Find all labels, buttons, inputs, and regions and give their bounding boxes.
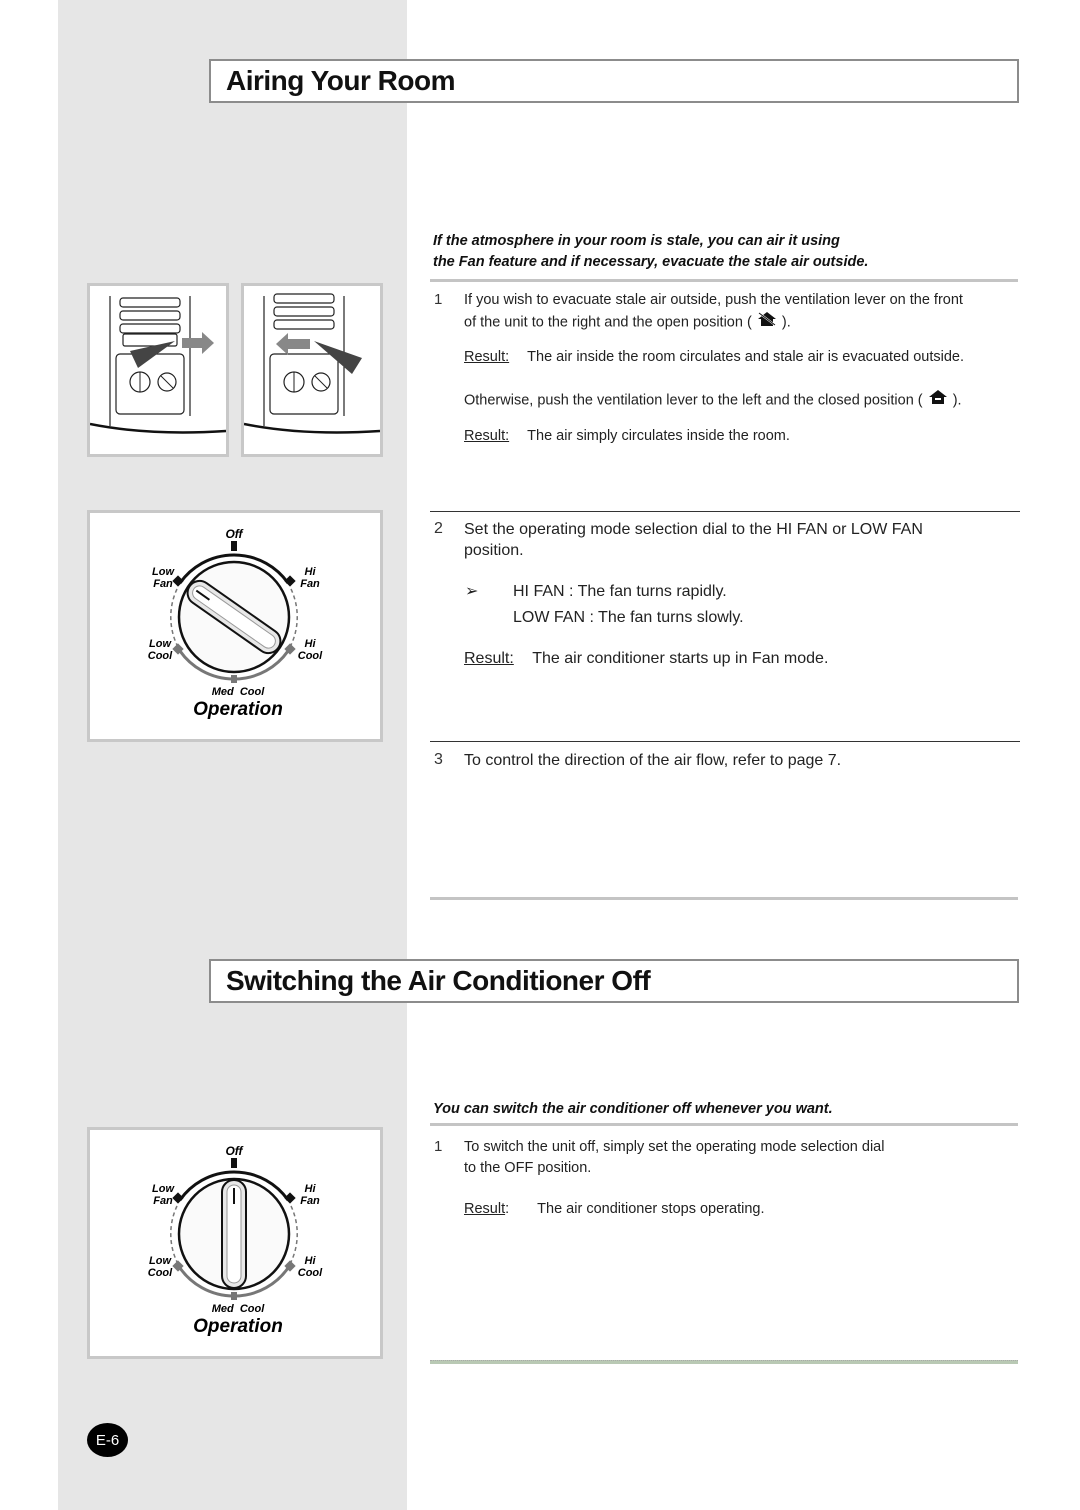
step-text-line: If you wish to evacuate stale air outsid… [464,292,963,308]
dial-caption: Operation [193,1316,283,1337]
note-hi-fan: HI FAN : The fan turns rapidly. [513,583,727,600]
vent-open-house-icon [756,311,778,334]
section-title-box: Switching the Air Conditioner Off [209,959,1019,1003]
divider [430,1360,1018,1364]
note-low-fan: LOW FAN : The fan turns slowly. [513,609,744,626]
result-text: The air conditioner stops operating. [537,1201,765,1217]
step-text-line: of the unit to the right and the open po… [464,311,1024,334]
dial-label-hi-fan: Hi [305,566,317,578]
otherwise-text: Otherwise, push the ventilation lever to… [464,389,962,412]
vent-closed-house-icon [927,389,949,412]
dial-label-low-fan: Low [152,1183,175,1195]
divider [430,1123,1018,1126]
result-label: Result: [464,650,514,667]
dial-label-hi-fan: Fan [300,1195,320,1207]
step-text-line: to the OFF position. [464,1160,592,1176]
dial-label-med-cool: Med Cool [212,686,265,698]
divider [430,741,1020,742]
step-number: 1 [434,1138,443,1155]
step-2-text: Set the operating mode selection dial to… [464,519,1024,561]
dial-label-hi-cool: Hi [305,638,317,650]
step-3-text: To control the direction of the air flow… [464,752,842,769]
section-title: Switching the Air Conditioner Off [226,965,651,996]
dial-label-low-cool: Low [149,638,172,650]
operation-dial-fan: Off Low Fan Hi Fan Low Cool Hi Cool Med … [148,527,323,720]
step-number: 2 [434,520,443,537]
section-intro: If the atmosphere in your room is stale,… [433,231,1033,273]
result-text: The air inside the room circulates and s… [527,349,965,365]
divider [430,511,1020,512]
intro-line: If the atmosphere in your room is stale,… [433,233,840,249]
page-number-badge: E-6 [87,1423,128,1457]
dial-label-low-cool: Cool [148,1267,173,1279]
section-title: Airing Your Room [226,65,455,96]
off-step-text: To switch the unit off, simply set the o… [464,1137,1024,1179]
result-label: Result: [464,428,510,444]
result-row: Result: The air simply circulates inside… [464,426,790,447]
result-text: The air simply circulates inside the roo… [527,428,790,444]
dial-label-low-fan: Fan [153,1195,173,1207]
dial-label-low-fan: Fan [153,578,173,590]
step-1-text: If you wish to evacuate stale air outsid… [464,290,1024,334]
section-intro: You can switch the air conditioner off w… [433,1101,833,1117]
result-row: Result: The air conditioner stops operat… [464,1201,765,1217]
dial-label-low-cool: Cool [148,650,173,662]
dial-label-hi-cool: Cool [298,650,323,662]
result-row: Result: The air conditioner starts up in… [464,648,828,669]
divider [430,279,1018,282]
section-title-box: Airing Your Room [209,59,1019,103]
dial-label-hi-fan: Hi [305,1183,317,1195]
dial-label-hi-cool: Cool [298,1267,323,1279]
unit-illustration-closed [241,283,383,457]
operation-dial-panel-fan: Off Low Fan Hi Fan Low Cool Hi Cool Med … [87,510,383,742]
step-number: 3 [434,751,443,768]
operation-dial-panel-off: Off Low Fan Hi Fan Low Cool Hi Cool Med … [87,1127,383,1359]
unit-closed-drawing [243,293,381,434]
step-text-line: position. [464,542,524,559]
step-number: 1 [434,291,443,308]
unit-open-drawing [89,296,227,434]
unit-illustration-open [87,283,229,457]
dial-label-med-cool: Med Cool [212,1303,265,1315]
dial-label-hi-cool: Hi [305,1255,317,1267]
result-text: The air conditioner starts up in Fan mod… [532,650,829,667]
arrow-bullet-icon: ➢ [465,583,479,600]
result-label: Result [464,1201,506,1217]
result-label: Result: [464,349,510,365]
dial-caption: Operation [193,699,283,720]
dial-label-off: Off [225,527,243,541]
dial-label-low-cool: Low [149,1255,172,1267]
intro-line: the Fan feature and if necessary, evacua… [433,254,869,270]
divider [430,897,1018,900]
operation-dial-off: Off Low Fan Hi Fan Low Cool Hi Cool Med … [148,1144,323,1337]
step-text-line: Set the operating mode selection dial to… [464,521,923,538]
dial-label-low-fan: Low [152,566,175,578]
result-row: Result: The air inside the room circulat… [464,347,964,368]
step-text-line: To switch the unit off, simply set the o… [464,1139,885,1155]
dial-label-hi-fan: Fan [300,578,320,590]
dial-label-off: Off [225,1144,243,1158]
